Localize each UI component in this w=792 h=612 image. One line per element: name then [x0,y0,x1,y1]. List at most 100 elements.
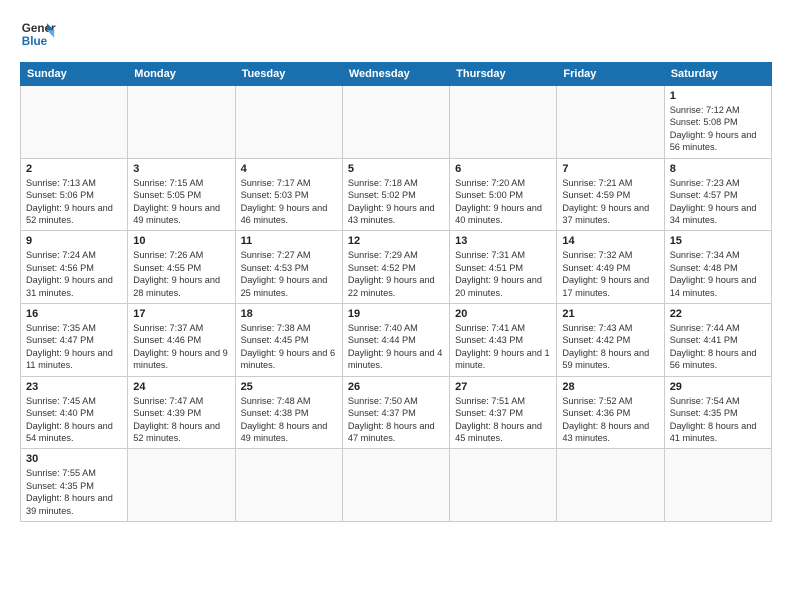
day-info: Sunrise: 7:54 AM Sunset: 4:35 PM Dayligh… [670,395,766,445]
calendar-cell: 2 Sunrise: 7:13 AM Sunset: 5:06 PM Daylig… [21,158,128,231]
calendar-cell: 17 Sunrise: 7:37 AM Sunset: 4:46 PM Dayli… [128,304,235,377]
day-number: 13 [455,235,551,247]
calendar-cell: 24 Sunrise: 7:47 AM Sunset: 4:39 PM Dayli… [128,376,235,449]
calendar-cell [21,86,128,159]
calendar-cell: 16 Sunrise: 7:35 AM Sunset: 4:47 PM Dayli… [21,304,128,377]
calendar-cell [342,86,449,159]
day-number: 1 [670,90,766,102]
day-info: Sunrise: 7:40 AM Sunset: 4:44 PM Dayligh… [348,322,444,372]
calendar-cell: 22 Sunrise: 7:44 AM Sunset: 4:41 PM Dayli… [664,304,771,377]
header-day-wednesday: Wednesday [342,63,449,86]
logo-icon: General Blue [20,16,56,52]
header: General Blue [20,16,772,52]
calendar-cell: 20 Sunrise: 7:41 AM Sunset: 4:43 PM Dayli… [450,304,557,377]
calendar-cell: 11 Sunrise: 7:27 AM Sunset: 4:53 PM Dayli… [235,231,342,304]
calendar-cell [342,449,449,522]
calendar-cell: 29 Sunrise: 7:54 AM Sunset: 4:35 PM Dayli… [664,376,771,449]
day-info: Sunrise: 7:35 AM Sunset: 4:47 PM Dayligh… [26,322,122,372]
day-number: 6 [455,163,551,175]
header-day-tuesday: Tuesday [235,63,342,86]
day-number: 29 [670,381,766,393]
calendar-cell [128,86,235,159]
calendar-cell: 10 Sunrise: 7:26 AM Sunset: 4:55 PM Dayli… [128,231,235,304]
calendar-cell: 28Sunrise: 7:52 AM Sunset: 4:36 PM Dayli… [557,376,664,449]
calendar-cell: 30Sunrise: 7:55 AM Sunset: 4:35 PM Dayli… [21,449,128,522]
calendar-cell: 18 Sunrise: 7:38 AM Sunset: 4:45 PM Dayli… [235,304,342,377]
day-info: Sunrise: 7:47 AM Sunset: 4:39 PM Dayligh… [133,395,229,445]
calendar-cell: 23 Sunrise: 7:45 AM Sunset: 4:40 PM Dayli… [21,376,128,449]
day-info: Sunrise: 7:13 AM Sunset: 5:06 PM Dayligh… [26,177,122,227]
header-day-thursday: Thursday [450,63,557,86]
day-info: Sunrise: 7:21 AM Sunset: 4:59 PM Dayligh… [562,177,658,227]
day-number: 25 [241,381,337,393]
calendar-cell: 1 Sunrise: 7:12 AM Sunset: 5:08 PM Daylig… [664,86,771,159]
page: General Blue SundayMondayTuesdayWednesda… [0,0,792,532]
calendar-cell: 9 Sunrise: 7:24 AM Sunset: 4:56 PM Daylig… [21,231,128,304]
day-number: 22 [670,308,766,320]
calendar-header-row: SundayMondayTuesdayWednesdayThursdayFrid… [21,63,772,86]
day-info: Sunrise: 7:44 AM Sunset: 4:41 PM Dayligh… [670,322,766,372]
day-info: Sunrise: 7:15 AM Sunset: 5:05 PM Dayligh… [133,177,229,227]
calendar-cell: 26 Sunrise: 7:50 AM Sunset: 4:37 PM Dayli… [342,376,449,449]
calendar-cell [557,449,664,522]
day-number: 28 [562,381,658,393]
day-number: 17 [133,308,229,320]
day-info: Sunrise: 7:38 AM Sunset: 4:45 PM Dayligh… [241,322,337,372]
calendar-cell: 5Sunrise: 7:18 AM Sunset: 5:02 PM Daylig… [342,158,449,231]
day-number: 18 [241,308,337,320]
day-number: 9 [26,235,122,247]
day-info: Sunrise: 7:31 AM Sunset: 4:51 PM Dayligh… [455,249,551,299]
calendar-week-6: 30Sunrise: 7:55 AM Sunset: 4:35 PM Dayli… [21,449,772,522]
day-number: 3 [133,163,229,175]
calendar-cell [450,86,557,159]
calendar-cell: 14Sunrise: 7:32 AM Sunset: 4:49 PM Dayli… [557,231,664,304]
day-info: Sunrise: 7:27 AM Sunset: 4:53 PM Dayligh… [241,249,337,299]
day-info: Sunrise: 7:18 AM Sunset: 5:02 PM Dayligh… [348,177,444,227]
day-number: 27 [455,381,551,393]
calendar-week-1: 1 Sunrise: 7:12 AM Sunset: 5:08 PM Daylig… [21,86,772,159]
day-info: Sunrise: 7:34 AM Sunset: 4:48 PM Dayligh… [670,249,766,299]
calendar-cell: 15Sunrise: 7:34 AM Sunset: 4:48 PM Dayli… [664,231,771,304]
day-number: 7 [562,163,658,175]
day-info: Sunrise: 7:41 AM Sunset: 4:43 PM Dayligh… [455,322,551,372]
day-info: Sunrise: 7:23 AM Sunset: 4:57 PM Dayligh… [670,177,766,227]
day-info: Sunrise: 7:12 AM Sunset: 5:08 PM Dayligh… [670,104,766,154]
header-day-monday: Monday [128,63,235,86]
day-number: 23 [26,381,122,393]
day-number: 20 [455,308,551,320]
day-number: 12 [348,235,444,247]
day-number: 21 [562,308,658,320]
calendar-cell: 6 Sunrise: 7:20 AM Sunset: 5:00 PM Daylig… [450,158,557,231]
calendar-cell: 21 Sunrise: 7:43 AM Sunset: 4:42 PM Dayli… [557,304,664,377]
day-number: 26 [348,381,444,393]
calendar-cell: 19 Sunrise: 7:40 AM Sunset: 4:44 PM Dayli… [342,304,449,377]
day-number: 19 [348,308,444,320]
day-info: Sunrise: 7:50 AM Sunset: 4:37 PM Dayligh… [348,395,444,445]
day-number: 30 [26,453,122,465]
day-info: Sunrise: 7:48 AM Sunset: 4:38 PM Dayligh… [241,395,337,445]
day-number: 11 [241,235,337,247]
header-day-friday: Friday [557,63,664,86]
calendar-week-3: 9 Sunrise: 7:24 AM Sunset: 4:56 PM Daylig… [21,231,772,304]
calendar-cell [557,86,664,159]
calendar-cell: 7 Sunrise: 7:21 AM Sunset: 4:59 PM Daylig… [557,158,664,231]
calendar-cell: 8Sunrise: 7:23 AM Sunset: 4:57 PM Daylig… [664,158,771,231]
calendar-cell: 3 Sunrise: 7:15 AM Sunset: 5:05 PM Daylig… [128,158,235,231]
calendar-cell [450,449,557,522]
logo: General Blue [20,16,56,52]
calendar-cell [664,449,771,522]
day-info: Sunrise: 7:43 AM Sunset: 4:42 PM Dayligh… [562,322,658,372]
day-number: 2 [26,163,122,175]
day-number: 16 [26,308,122,320]
day-info: Sunrise: 7:26 AM Sunset: 4:55 PM Dayligh… [133,249,229,299]
day-number: 24 [133,381,229,393]
day-info: Sunrise: 7:37 AM Sunset: 4:46 PM Dayligh… [133,322,229,372]
day-number: 10 [133,235,229,247]
header-day-saturday: Saturday [664,63,771,86]
calendar-cell: 12Sunrise: 7:29 AM Sunset: 4:52 PM Dayli… [342,231,449,304]
day-info: Sunrise: 7:20 AM Sunset: 5:00 PM Dayligh… [455,177,551,227]
calendar-cell [235,449,342,522]
day-info: Sunrise: 7:24 AM Sunset: 4:56 PM Dayligh… [26,249,122,299]
day-info: Sunrise: 7:45 AM Sunset: 4:40 PM Dayligh… [26,395,122,445]
header-day-sunday: Sunday [21,63,128,86]
